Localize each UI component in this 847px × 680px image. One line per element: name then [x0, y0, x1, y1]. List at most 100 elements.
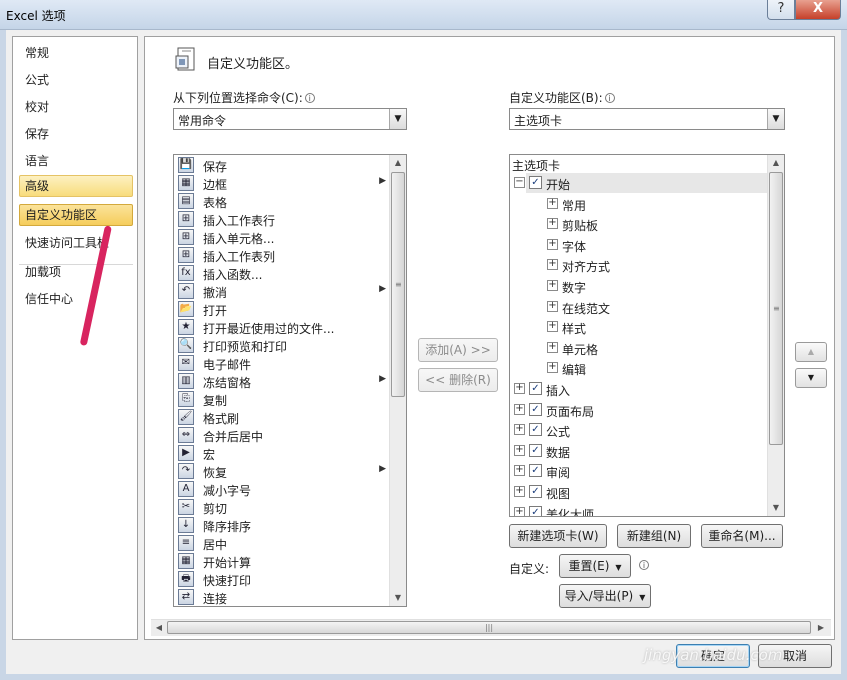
nav-item[interactable]: 自定义功能区 [19, 204, 133, 226]
tab-checkbox[interactable]: ✓ [529, 485, 542, 498]
tab-checkbox[interactable]: ✓ [529, 382, 542, 395]
expand-icon[interactable]: + [547, 280, 558, 291]
command-list-item[interactable]: ≡ 居中 [176, 534, 390, 552]
ribbon-group-node[interactable]: + 常用 [510, 195, 768, 213]
command-list-item[interactable]: ▶ 宏 [176, 444, 390, 462]
command-list-item[interactable]: A 减小字号 [176, 480, 390, 498]
expand-icon[interactable]: + [514, 424, 525, 436]
ribbon-group-node[interactable]: + 在线范文 [510, 298, 768, 316]
move-down-button[interactable]: ▼ [795, 368, 827, 388]
command-list-item[interactable]: fx 插入函数... [176, 264, 390, 282]
help-button[interactable]: ? [767, 0, 795, 20]
command-list-item[interactable]: ↷ 恢复 ▶ [176, 462, 390, 480]
scroll-up-icon[interactable]: ▲ [768, 155, 784, 171]
expand-icon[interactable]: + [547, 321, 558, 333]
expand-icon[interactable]: + [514, 465, 525, 477]
nav-item[interactable]: 快速访问工具栏 [19, 232, 133, 254]
chevron-down-icon[interactable]: ▼ [767, 109, 784, 129]
command-list-item[interactable]: ⊞ 插入工作表列 [176, 246, 390, 264]
command-list-item[interactable]: ↶ 撤消 ▶ [176, 282, 390, 300]
new-tab-button[interactable]: 新建选项卡(W) [509, 524, 607, 548]
tab-checkbox[interactable]: ✓ [529, 423, 542, 437]
ribbon-group-node[interactable]: + 单元格 [510, 339, 768, 357]
command-list-item[interactable]: ✂ 剪切 [176, 498, 390, 516]
command-list-item[interactable]: 📂 打开 [176, 300, 390, 318]
command-list-item[interactable]: 🖌 格式刷 [176, 408, 390, 426]
ribbon-group-node[interactable]: + 字体 [510, 236, 768, 254]
commands-list[interactable]: ▲ ≡ ▼ 💾 保存 ▦ 边框 ▶ ▤ 表格 ⊞ 插入工作表行 ⊞ 插入单元格... ⊞ 插入工作表列 f… [173, 154, 407, 607]
scroll-thumb[interactable]: ≡ [391, 172, 405, 397]
expand-icon[interactable]: + [547, 197, 558, 209]
customize-ribbon-dropdown[interactable]: 主选项卡 ▼ [509, 108, 785, 130]
horizontal-scrollbar[interactable]: ◀ ||| ▶ [151, 619, 831, 636]
close-button[interactable]: X [795, 0, 841, 20]
expand-icon[interactable]: + [514, 444, 525, 456]
ribbon-group-node[interactable]: + 剪贴板 [510, 215, 768, 233]
import-export-button[interactable]: 导入/导出(P) ▼ [559, 584, 651, 608]
nav-item[interactable]: 加载项 [19, 261, 133, 283]
tab-checkbox[interactable]: ✓ [529, 402, 542, 416]
choose-commands-dropdown[interactable]: 常用命令 ▼ [173, 108, 407, 130]
command-list-item[interactable]: ▦ 开始计算 [176, 552, 390, 570]
scroll-up-icon[interactable]: ▲ [390, 155, 406, 171]
tab-checkbox[interactable]: ✓ [529, 176, 542, 189]
command-list-item[interactable]: ▤ 表格 [176, 192, 390, 210]
nav-item[interactable]: 公式 [19, 69, 133, 91]
ribbon-group-node[interactable]: + 编辑 [510, 359, 768, 377]
ribbon-tree[interactable]: 主选项卡 ▲ ≡ ▼ − ✓ 开始 + 常用 + 剪贴板 + 字体 + 对齐方式 + 数字 + 在线范文 + 样… [509, 154, 785, 517]
scroll-right-icon[interactable]: ▶ [813, 620, 829, 636]
ribbon-group-node[interactable]: + 对齐方式 [510, 256, 768, 274]
ribbon-group-node[interactable]: + 样式 [510, 318, 768, 336]
command-list-item[interactable]: 🔍 打印预览和打印 [176, 336, 390, 354]
command-list-item[interactable]: ✉ 电子邮件 [176, 354, 390, 372]
ribbon-tab-node[interactable]: + ✓ 审阅 [510, 462, 768, 480]
expand-icon[interactable]: + [547, 218, 558, 230]
tree-scrollbar[interactable]: ▲ ≡ ▼ [767, 155, 784, 516]
command-list-item[interactable]: ⊞ 插入单元格... [176, 228, 390, 246]
ribbon-tab-node[interactable]: − ✓ 开始 [510, 174, 768, 192]
command-list-item[interactable]: ▦ 边框 ▶ [176, 174, 390, 192]
scroll-thumb[interactable]: ≡ [769, 172, 783, 445]
chevron-down-icon[interactable]: ▼ [389, 109, 406, 129]
command-list-item[interactable]: ↓ 降序排序 [176, 516, 390, 534]
scroll-down-icon[interactable]: ▼ [768, 500, 784, 516]
expand-icon[interactable]: + [514, 403, 525, 415]
tab-checkbox[interactable]: ✓ [529, 505, 542, 516]
scroll-left-icon[interactable]: ◀ [151, 620, 167, 636]
add-button[interactable]: 添加(A) >> [418, 338, 498, 362]
expand-icon[interactable]: + [547, 238, 558, 250]
ribbon-group-node[interactable]: + 数字 [510, 277, 768, 295]
nav-item[interactable]: 校对 [19, 96, 133, 118]
command-list-item[interactable]: 💾 保存 [176, 156, 390, 174]
command-list-item[interactable]: ⎘ 复制 [176, 390, 390, 408]
command-list-item[interactable]: ⇔ 合并后居中 [176, 426, 390, 444]
tab-checkbox[interactable]: ✓ [529, 443, 542, 457]
nav-item[interactable]: 信任中心 [19, 288, 133, 310]
expand-icon[interactable]: + [547, 300, 558, 312]
move-up-button[interactable]: ▲ [795, 342, 827, 362]
ribbon-tab-node[interactable]: + ✓ 插入 [510, 380, 768, 398]
ribbon-tab-node[interactable]: + ✓ 公式 [510, 421, 768, 439]
reset-button[interactable]: 重置(E) ▼ [559, 554, 631, 578]
command-list-item[interactable]: ★ 打开最近使用过的文件... [176, 318, 390, 336]
scroll-down-icon[interactable]: ▼ [390, 590, 406, 606]
nav-item[interactable]: 高级 [19, 175, 133, 197]
nav-item[interactable]: 保存 [19, 123, 133, 145]
expand-icon[interactable]: + [547, 362, 558, 374]
command-list-item[interactable]: 🖶 快速打印 [176, 570, 390, 588]
ribbon-tab-node[interactable]: + ✓ 视图 [510, 483, 768, 501]
remove-button[interactable]: << 删除(R) [418, 368, 498, 392]
expand-icon[interactable]: + [547, 341, 558, 353]
expand-icon[interactable]: + [514, 506, 525, 516]
ribbon-tab-node[interactable]: + ✓ 数据 [510, 442, 768, 460]
ribbon-tab-node[interactable]: + ✓ 美化大师 [510, 504, 768, 516]
tab-checkbox[interactable]: ✓ [529, 464, 542, 478]
command-list-item[interactable]: ⊞ 插入工作表行 [176, 210, 390, 228]
nav-item[interactable]: 常规 [19, 42, 133, 64]
commands-scrollbar[interactable]: ▲ ≡ ▼ [389, 155, 406, 606]
command-list-item[interactable]: ⇄ 连接 [176, 588, 390, 606]
expand-icon[interactable]: + [514, 486, 525, 497]
new-group-button[interactable]: 新建组(N) [617, 524, 691, 548]
ribbon-tab-node[interactable]: + ✓ 页面布局 [510, 401, 768, 419]
horizontal-scroll-thumb[interactable]: ||| [167, 621, 811, 634]
